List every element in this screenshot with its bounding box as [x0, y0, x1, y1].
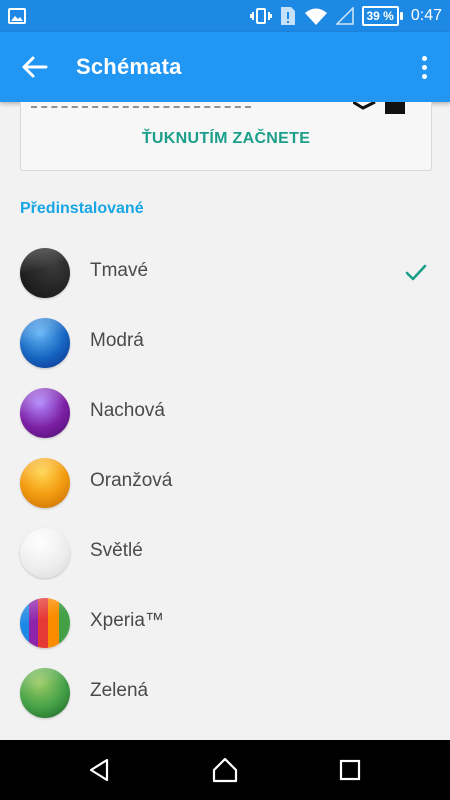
image-icon	[8, 8, 26, 24]
wifi-icon	[304, 8, 327, 25]
tap-to-start-button[interactable]: ŤUKNUTÍM ZAČNETE	[21, 130, 431, 148]
theme-item-light[interactable]: Světlé	[0, 518, 450, 588]
theme-label: Tmavé	[90, 260, 149, 281]
card-illustration	[353, 102, 405, 114]
navigation-bar	[0, 740, 450, 800]
card-partial-text	[31, 102, 251, 108]
theme-swatch-orange	[20, 458, 70, 508]
vibrate-icon	[249, 8, 272, 24]
theme-item-green[interactable]: Zelená	[0, 658, 450, 728]
theme-list: Tmavé Modrá Nachová Oranžová Světlé Xper…	[0, 238, 450, 728]
signal-icon	[335, 7, 354, 25]
theme-item-blue[interactable]: Modrá	[0, 308, 450, 378]
theme-label: Oranžová	[90, 470, 173, 491]
more-options-icon[interactable]	[416, 50, 432, 84]
alert-icon	[280, 7, 295, 25]
theme-item-purple[interactable]: Nachová	[0, 378, 450, 448]
checkmark-icon	[405, 264, 427, 281]
back-arrow-icon[interactable]	[20, 54, 50, 80]
theme-label: Modrá	[90, 330, 144, 351]
theme-label: Nachová	[90, 400, 165, 421]
theme-item-xperia[interactable]: Xperia™	[0, 588, 450, 658]
theme-swatch-blue	[20, 318, 70, 368]
theme-item-dark[interactable]: Tmavé	[0, 238, 450, 308]
theme-swatch-xperia	[20, 598, 70, 648]
battery-icon: 39 %	[361, 6, 403, 26]
clock: 0:47	[410, 7, 442, 24]
back-triangle-icon[interactable]	[85, 756, 115, 784]
status-bar: 39 % 0:47	[0, 0, 450, 32]
theme-swatch-purple	[20, 388, 70, 438]
recents-icon[interactable]	[335, 756, 365, 784]
app-bar: Schémata	[0, 32, 450, 102]
theme-item-orange[interactable]: Oranžová	[0, 448, 450, 518]
theme-swatch-green	[20, 668, 70, 718]
page-title: Schémata	[76, 54, 182, 79]
battery-percent: 39 %	[361, 6, 399, 26]
theme-swatch-light	[20, 528, 70, 578]
theme-swatch-dark	[20, 248, 70, 298]
theme-label: Zelená	[90, 680, 149, 701]
theme-label: Světlé	[90, 540, 143, 561]
home-icon[interactable]	[210, 756, 240, 784]
section-preinstalled-title: Předinstalované	[20, 200, 144, 217]
theme-label: Xperia™	[90, 610, 164, 631]
get-started-card[interactable]: ŤUKNUTÍM ZAČNETE	[20, 102, 432, 171]
